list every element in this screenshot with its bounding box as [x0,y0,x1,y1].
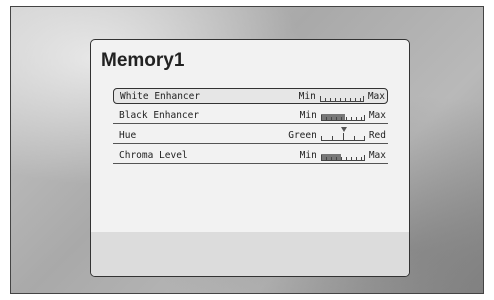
menu-item-white-enhancer[interactable]: White Enhancer Min Max [113,88,388,104]
menu-item-hue[interactable]: Hue Green Red [113,127,388,144]
slider-track[interactable] [320,113,365,121]
menu-title: Memory1 [101,50,185,71]
slider-track[interactable] [319,94,364,102]
slider-ticks [320,117,365,120]
slider-min-label: Green [288,130,317,141]
slider-end-right [362,96,364,101]
slider-end-left [320,155,322,160]
slider-end-left [319,96,321,101]
slider-min-label: Min [299,150,317,161]
white-enhancer-slider[interactable]: Min Max [299,91,385,102]
slider-tick [353,136,355,140]
slider-tick [320,136,322,140]
menu-item-label: Hue [119,130,137,141]
slider-marker-icon [340,127,347,132]
hue-slider[interactable]: Green Red [288,127,386,141]
slider-ticks [320,157,365,160]
slider-end-right [363,115,365,120]
slider-tick [331,136,333,140]
menu-item-label: White Enhancer [120,91,201,102]
black-enhancer-slider[interactable]: Min Max [300,110,386,121]
slider-max-label: Max [368,110,386,121]
slider-max-label: Max [368,150,386,161]
slider-track[interactable] [320,127,365,141]
slider-center-tick [342,133,344,140]
slider-min-label: Min [299,110,317,121]
slider-max-label: Red [368,130,386,141]
slider-track[interactable] [320,153,365,161]
slider-ticks [319,98,364,101]
menu-item-black-enhancer[interactable]: Black Enhancer Min Max [113,108,388,124]
slider-end-left [320,115,322,120]
slider-max-label: Max [367,91,385,102]
menu-item-chroma-level[interactable]: Chroma Level Min Max [113,148,388,164]
slider-end-right [363,155,365,160]
panel-footer-area [91,232,409,276]
slider-min-label: Min [298,91,316,102]
chroma-level-slider[interactable]: Min Max [300,150,386,161]
slider-tick [363,136,365,140]
menu-item-label: Black Enhancer [119,110,200,121]
tv-screen: Memory1 White Enhancer Min Max Black Enh… [10,6,484,294]
settings-panel: Memory1 White Enhancer Min Max Black Enh… [90,39,410,277]
menu-item-label: Chroma Level [119,150,188,161]
